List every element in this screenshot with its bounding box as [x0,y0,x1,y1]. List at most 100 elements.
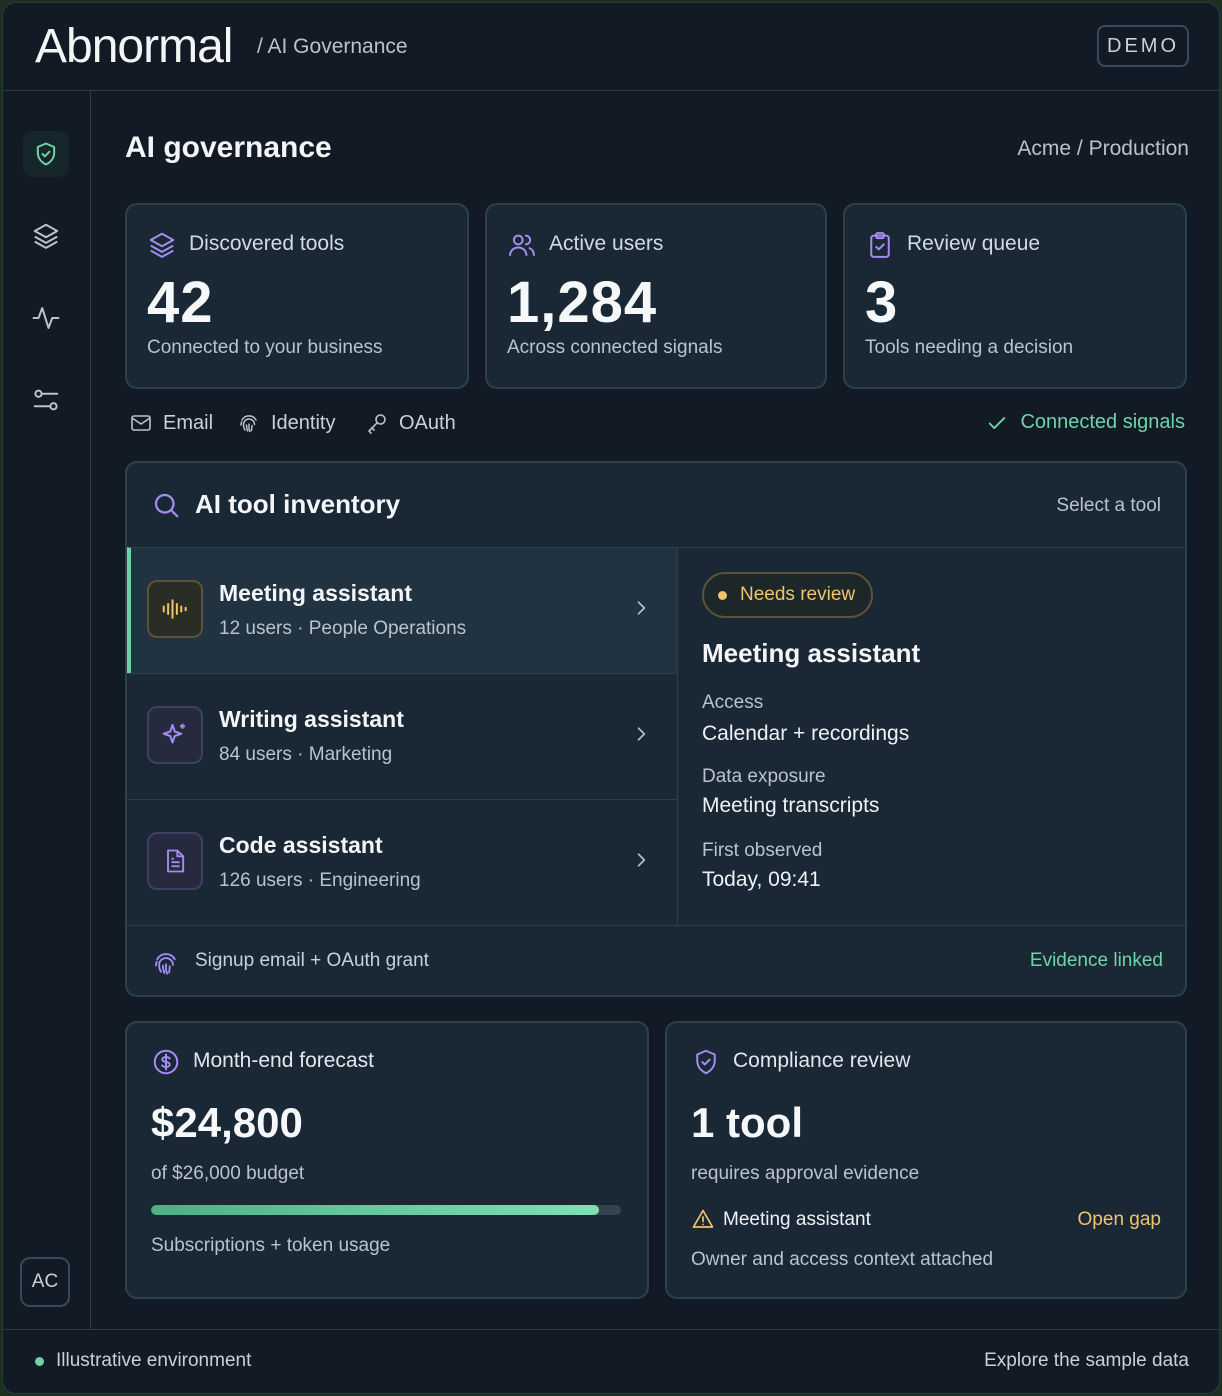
explore-sample-data-link[interactable]: Explore the sample data [984,1350,1189,1372]
chevron-right-icon [637,727,646,741]
waveform-icon [162,599,187,619]
access-label: Access [702,692,764,713]
tool-icon-box [147,832,203,890]
compliance-title: Compliance review [733,1049,911,1072]
compliance-note: Owner and access context attached [691,1249,994,1270]
status-dot [35,1356,44,1366]
data-exposure-label: Data exposure [702,766,826,787]
clipboard-check-icon [870,232,890,258]
access-value: Calendar + recordings [702,722,910,745]
shield-check-icon [696,1049,716,1075]
chevron-right-icon [637,601,646,615]
compliance-tool-name: Meeting assistant [723,1209,871,1230]
forecast-budget: of $26,000 budget [151,1163,305,1184]
stat-card-active-users[interactable]: Active users 1,284 Across connected sign… [485,203,827,389]
month-end-forecast-card: Month-end forecast $24,800 of $26,000 bu… [125,1021,649,1299]
top-bar: Abnormal / AI Governance DEMO [3,3,1219,91]
first-observed-label: First observed [702,840,823,861]
brand-logo[interactable]: Abnormal [35,21,233,73]
connected-signals-label: Connected signals [1020,411,1185,433]
first-observed-value: Today, 09:41 [702,868,821,891]
page-title: AI governance [125,131,332,164]
connected-signals-status: Connected signals [986,411,1185,434]
stat-value: 3 [865,270,899,335]
evidence-source: Signup email + OAuth grant [195,950,429,971]
user-avatar[interactable]: AC [20,1257,70,1307]
data-exposure-value: Meeting transcripts [702,794,880,817]
tool-name: Meeting assistant [219,580,412,606]
signal-label: Identity [271,411,336,434]
signal-oauth: OAuth [365,411,456,435]
inventory-footer: Signup email + OAuth grant Evidence link… [127,925,1187,995]
signal-email: Email [129,411,213,435]
tool-name: Writing assistant [219,706,404,732]
main-content: AI governance Acme / Production Discover… [91,91,1219,1331]
activity-icon [32,307,60,329]
forecast-note: Subscriptions + token usage [151,1235,391,1256]
tool-detail-panel: Needs review Meeting assistant Access Ca… [677,547,1187,925]
dollar-circle-icon [153,1049,179,1075]
sliders-icon [33,389,59,411]
status-badge: Needs review [702,572,874,618]
fingerprint-icon [240,415,257,433]
compliance-gap-row[interactable]: Meeting assistant Open gap [691,1207,1161,1237]
budget-progress-bar [151,1205,621,1215]
evidence-linked-link[interactable]: Evidence linked [1030,950,1163,972]
stat-card-review-queue[interactable]: Review queue 3 Tools needing a decision [843,203,1187,389]
warning-icon [692,1209,714,1228]
sidebar-item-activity[interactable] [23,295,69,341]
open-gap-link[interactable]: Open gap [1078,1209,1161,1231]
budget-progress-fill [151,1205,600,1215]
tool-row-writing-assistant[interactable]: Writing assistant 84 users · Marketing [127,673,677,799]
tool-icon-box [147,580,203,638]
status-bar: Illustrative environment Explore the sam… [3,1329,1219,1393]
app-window: Abnormal / AI Governance DEMO AC AI gove… [2,2,1220,1394]
sidebar-item-settings[interactable] [23,377,69,423]
sidebar-item-inventory[interactable] [23,213,69,259]
sidebar: AC [3,91,91,1331]
check-icon [989,416,1006,429]
stat-value: 42 [147,270,214,335]
layers-icon [149,232,175,258]
demo-badge: DEMO [1097,25,1189,67]
ai-tool-inventory: AI tool inventory Select a tool Meeting … [125,461,1187,997]
search-icon [154,493,179,518]
tool-icon-box [147,706,203,764]
environment-status-label: Illustrative environment [56,1350,252,1371]
signals-row: Email Identity OAuth Connected signals [129,411,1189,441]
stat-label: Review queue [907,232,1041,255]
key-icon [368,414,386,434]
users-icon [509,234,535,256]
signal-identity: Identity [237,411,335,435]
compliance-description: requires approval evidence [691,1163,920,1184]
stat-label: Active users [549,232,664,255]
shield-check-icon [36,142,56,166]
stat-label: Discovered tools [189,232,345,255]
stat-description: Across connected signals [507,337,723,358]
inventory-title: AI tool inventory [195,489,401,519]
sidebar-item-governance[interactable] [23,131,69,177]
detail-title: Meeting assistant [702,638,921,668]
tool-meta: 84 users · Marketing [219,744,393,765]
signal-label: Email [163,411,214,434]
select-tool-hint: Select a tool [1056,495,1161,516]
tool-name: Code assistant [219,832,383,858]
environment-status: Illustrative environment [35,1350,251,1372]
chevron-right-icon [637,853,646,867]
stat-card-discovered-tools[interactable]: Discovered tools 42 Connected to your bu… [125,203,469,389]
environment-selector[interactable]: Acme / Production [1017,137,1189,161]
forecast-title: Month-end forecast [193,1049,374,1072]
signal-label: OAuth [399,411,456,434]
forecast-amount: $24,800 [151,1099,303,1146]
tool-row-code-assistant[interactable]: Code assistant 126 users · Engineering [127,799,677,925]
breadcrumb: / AI Governance [257,35,408,58]
fingerprint-icon [155,953,176,975]
document-icon [167,849,185,873]
stat-description: Connected to your business [147,337,383,358]
mail-icon [131,415,151,431]
tool-meta: 12 users · People Operations [219,618,467,639]
tool-row-meeting-assistant[interactable]: Meeting assistant 12 users · People Oper… [127,547,677,673]
stat-description: Tools needing a decision [865,337,1074,358]
compliance-review-card: Compliance review 1 tool requires approv… [665,1021,1187,1299]
tool-meta: 126 users · Engineering [219,870,421,891]
